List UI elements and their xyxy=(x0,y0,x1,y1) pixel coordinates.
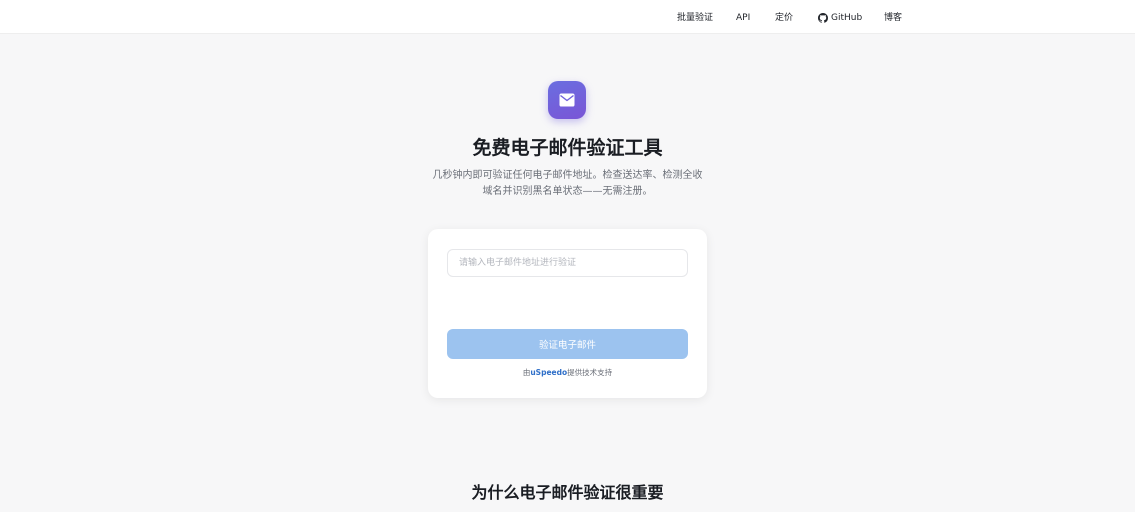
mail-icon xyxy=(548,81,586,119)
nav-api[interactable]: API xyxy=(736,10,750,26)
powered-by-suffix: 提供技术支持 xyxy=(567,368,613,377)
page-title: 免费电子邮件验证工具 xyxy=(472,137,663,159)
uspeedo-link[interactable]: uSpeedo xyxy=(530,368,567,377)
nav-blog[interactable]: 博客 xyxy=(884,10,902,26)
nav-github[interactable]: GitHub xyxy=(818,10,862,26)
github-icon xyxy=(818,13,828,23)
email-input[interactable] xyxy=(447,249,688,277)
powered-by-note: 由uSpeedo提供技术支持 xyxy=(428,367,707,378)
nav-pricing[interactable]: 定价 xyxy=(775,10,793,26)
nav-batch-verify[interactable]: 批量验证 xyxy=(677,10,713,26)
why-verify-heading: 为什么电子邮件验证很重要 xyxy=(471,483,664,502)
verify-card: 验证电子邮件 由uSpeedo提供技术支持 xyxy=(428,229,707,398)
verify-email-button[interactable]: 验证电子邮件 xyxy=(447,329,688,359)
page-subtitle: 几秒钟内即可验证任何电子邮件地址。检查送达率、检测全收域名并识别黑名单状态——无… xyxy=(432,170,703,197)
nav-github-label: GitHub xyxy=(831,13,863,23)
top-navbar: 批量验证 API 定价 GitHub 博客 xyxy=(0,0,1135,34)
main-nav: 批量验证 API 定价 GitHub 博客 xyxy=(0,0,1135,34)
